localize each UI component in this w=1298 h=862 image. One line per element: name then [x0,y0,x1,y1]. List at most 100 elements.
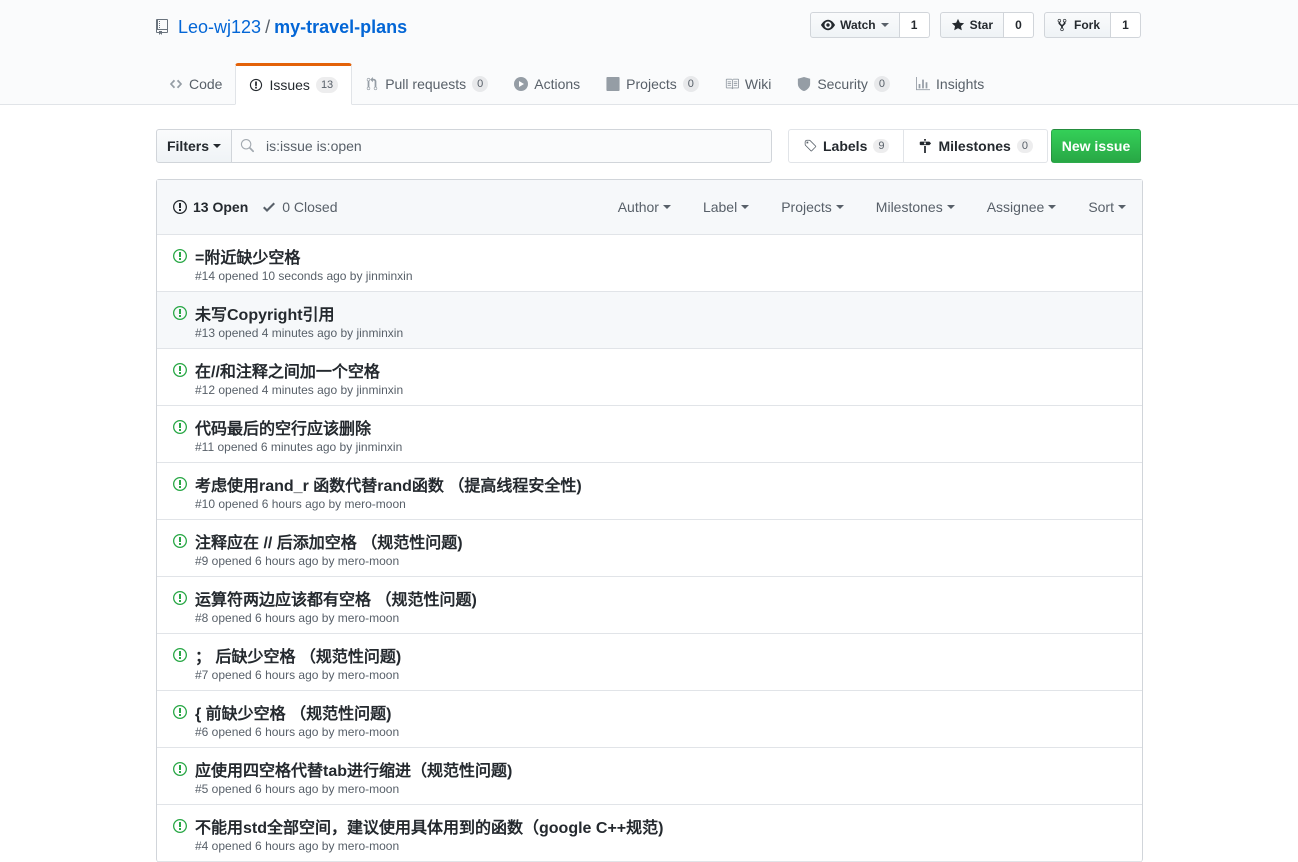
graph-icon [916,76,931,91]
eye-icon [821,18,836,32]
tab-projects-label: Projects [626,75,677,92]
filters-button[interactable]: Filters [156,129,232,163]
chevron-down-icon [946,205,955,209]
repo-name-link[interactable]: my-travel-plans [274,17,407,37]
filters-label: Filters [166,138,209,154]
closed-issues-filter[interactable]: 0 Closed [262,199,338,215]
tab-issues-label: Issues [269,77,310,93]
issue-row[interactable]: 运算符两边应该都有空格 （规范性问题) #8 opened 6 hours ag… [157,577,1142,634]
repo-owner-link[interactable]: Leo-wj123 [178,17,261,37]
tab-pull-requests[interactable]: Pull requests 0 [352,63,501,104]
tab-actions[interactable]: Actions [501,63,593,104]
repo-actions: Watch 1 Star 0 Fork 1 [810,12,1141,38]
star-button[interactable]: Star [939,12,1004,38]
milestones-dropdown-label: Milestones [875,199,943,215]
issue-title-link[interactable]: 未写Copyright引用 [195,301,335,325]
issues-subnav: Filters Labels 9 Milestones 0 New issue [156,129,1141,163]
star-count[interactable]: 0 [1003,12,1034,38]
play-icon [514,76,529,91]
watch-count[interactable]: 1 [899,12,930,38]
issue-title-link[interactable]: =附近缺少空格 [195,244,300,268]
issue-meta: #13 opened 4 minutes ago by jinminxin [195,326,404,340]
issue-row[interactable]: 注释应在 // 后添加空格 （规范性问题) #9 opened 6 hours … [157,520,1142,577]
author-dropdown[interactable]: Author [618,199,671,215]
issue-opened-icon [173,419,187,438]
repo-title: Leo-wj123/my-travel-plans [178,17,407,38]
tab-wiki[interactable]: Wiki [712,63,784,104]
star-icon [951,18,965,32]
issue-title-link[interactable]: 代码最后的空行应该删除 [195,415,371,439]
issue-row[interactable]: 不能用std全部空间，建议使用具体用到的函数（google C++规范) #4 … [157,805,1142,862]
project-icon [606,76,620,91]
tab-pull-requests-label: Pull requests [385,75,467,92]
watch-label: Watch [840,18,876,32]
search-input[interactable] [264,137,748,155]
chevron-down-icon [741,205,750,209]
list-filter-dropdowns: Author Label Projects Milestones Assigne… [618,180,1126,234]
closed-count-label: 0 Closed [282,199,338,215]
star-label: Star [969,18,993,32]
fork-label: Fork [1073,18,1100,32]
fork-button[interactable]: Fork [1043,12,1111,38]
issue-title-link[interactable]: 考虑使用rand_r 函数代替rand函数 （提高线程安全性) [195,472,582,496]
issue-meta: #10 opened 6 hours ago by mero-moon [195,497,406,511]
chevron-down-icon [1048,205,1057,209]
issue-title-link[interactable]: 应使用四空格代替tab进行缩进（规范性问题) [195,757,512,781]
open-count-label: 13 Open [193,199,249,215]
issue-row[interactable]: =附近缺少空格 #14 opened 10 seconds ago by jin… [157,235,1142,292]
tab-security-label: Security [817,75,868,92]
check-icon [262,200,276,214]
milestones-button[interactable]: Milestones 0 [904,129,1048,163]
search-field[interactable] [231,129,772,163]
fork-count[interactable]: 1 [1111,12,1141,38]
assignee-dropdown[interactable]: Assignee [987,199,1057,215]
milestones-label: Milestones [938,138,1011,154]
book-icon [725,77,739,91]
issue-title-link[interactable]: { 前缺少空格 （规范性问题) [195,700,391,724]
issue-opened-icon [173,362,187,381]
milestones-dropdown[interactable]: Milestones [876,199,955,215]
issue-row[interactable]: ； 后缺少空格 （规范性问题) #7 opened 6 hours ago by… [157,634,1142,691]
issue-opened-icon [173,704,187,723]
issue-title-link[interactable]: 运算符两边应该都有空格 （规范性问题) [195,586,477,610]
tab-insights[interactable]: Insights [903,63,997,104]
issue-title-link[interactable]: 不能用std全部空间，建议使用具体用到的函数（google C++规范) [195,814,663,838]
projects-dropdown[interactable]: Projects [781,199,844,215]
watch-group: Watch 1 [810,12,930,38]
issue-row[interactable]: { 前缺少空格 （规范性问题) #6 opened 6 hours ago by… [157,691,1142,748]
repo-nav-tabs: Code Issues 13 Pull requests 0 Actions P… [156,63,1141,105]
issue-opened-icon [173,476,187,495]
issue-row[interactable]: 未写Copyright引用 #13 opened 4 minutes ago b… [157,292,1142,349]
issue-opened-icon [173,590,187,609]
labels-label: Labels [823,138,868,154]
tab-projects[interactable]: Projects 0 [593,63,712,104]
issue-row[interactable]: 应使用四空格代替tab进行缩进（规范性问题) #5 opened 6 hours… [157,748,1142,805]
issue-title-link[interactable]: 注释应在 // 后添加空格 （规范性问题) [195,529,463,553]
issue-title-link[interactable]: ； 后缺少空格 （规范性问题) [195,643,401,667]
fork-group: Fork 1 [1043,12,1141,38]
pull-request-icon [365,76,379,91]
issue-title-link[interactable]: 在//和注释之间加一个空格 [195,358,380,382]
issue-row[interactable]: 考虑使用rand_r 函数代替rand函数 （提高线程安全性) #10 open… [157,463,1142,520]
new-issue-button[interactable]: New issue [1051,129,1141,163]
issue-meta: #8 opened 6 hours ago by mero-moon [195,611,400,625]
issue-meta: #7 opened 6 hours ago by mero-moon [195,668,400,682]
issue-row[interactable]: 在//和注释之间加一个空格 #12 opened 4 minutes ago b… [157,349,1142,406]
tab-code[interactable]: Code [156,63,235,104]
tab-insights-label: Insights [936,75,985,92]
tab-security[interactable]: Security 0 [784,63,903,104]
shield-icon [797,76,811,91]
chevron-down-icon [1118,205,1126,209]
issue-opened-icon [173,647,187,666]
open-issues-filter[interactable]: 13 Open [173,199,248,215]
issue-row[interactable]: 代码最后的空行应该删除 #11 opened 6 minutes ago by … [157,406,1142,463]
sort-dropdown[interactable]: Sort [1088,199,1126,215]
tab-projects-count: 0 [682,75,699,92]
label-dropdown[interactable]: Label [703,199,750,215]
star-group: Star 0 [939,12,1034,38]
chevron-down-icon [213,144,221,148]
labels-button[interactable]: Labels 9 [788,129,905,163]
tab-issues[interactable]: Issues 13 [235,63,353,105]
watch-button[interactable]: Watch [810,12,900,38]
issue-opened-icon [173,200,187,214]
